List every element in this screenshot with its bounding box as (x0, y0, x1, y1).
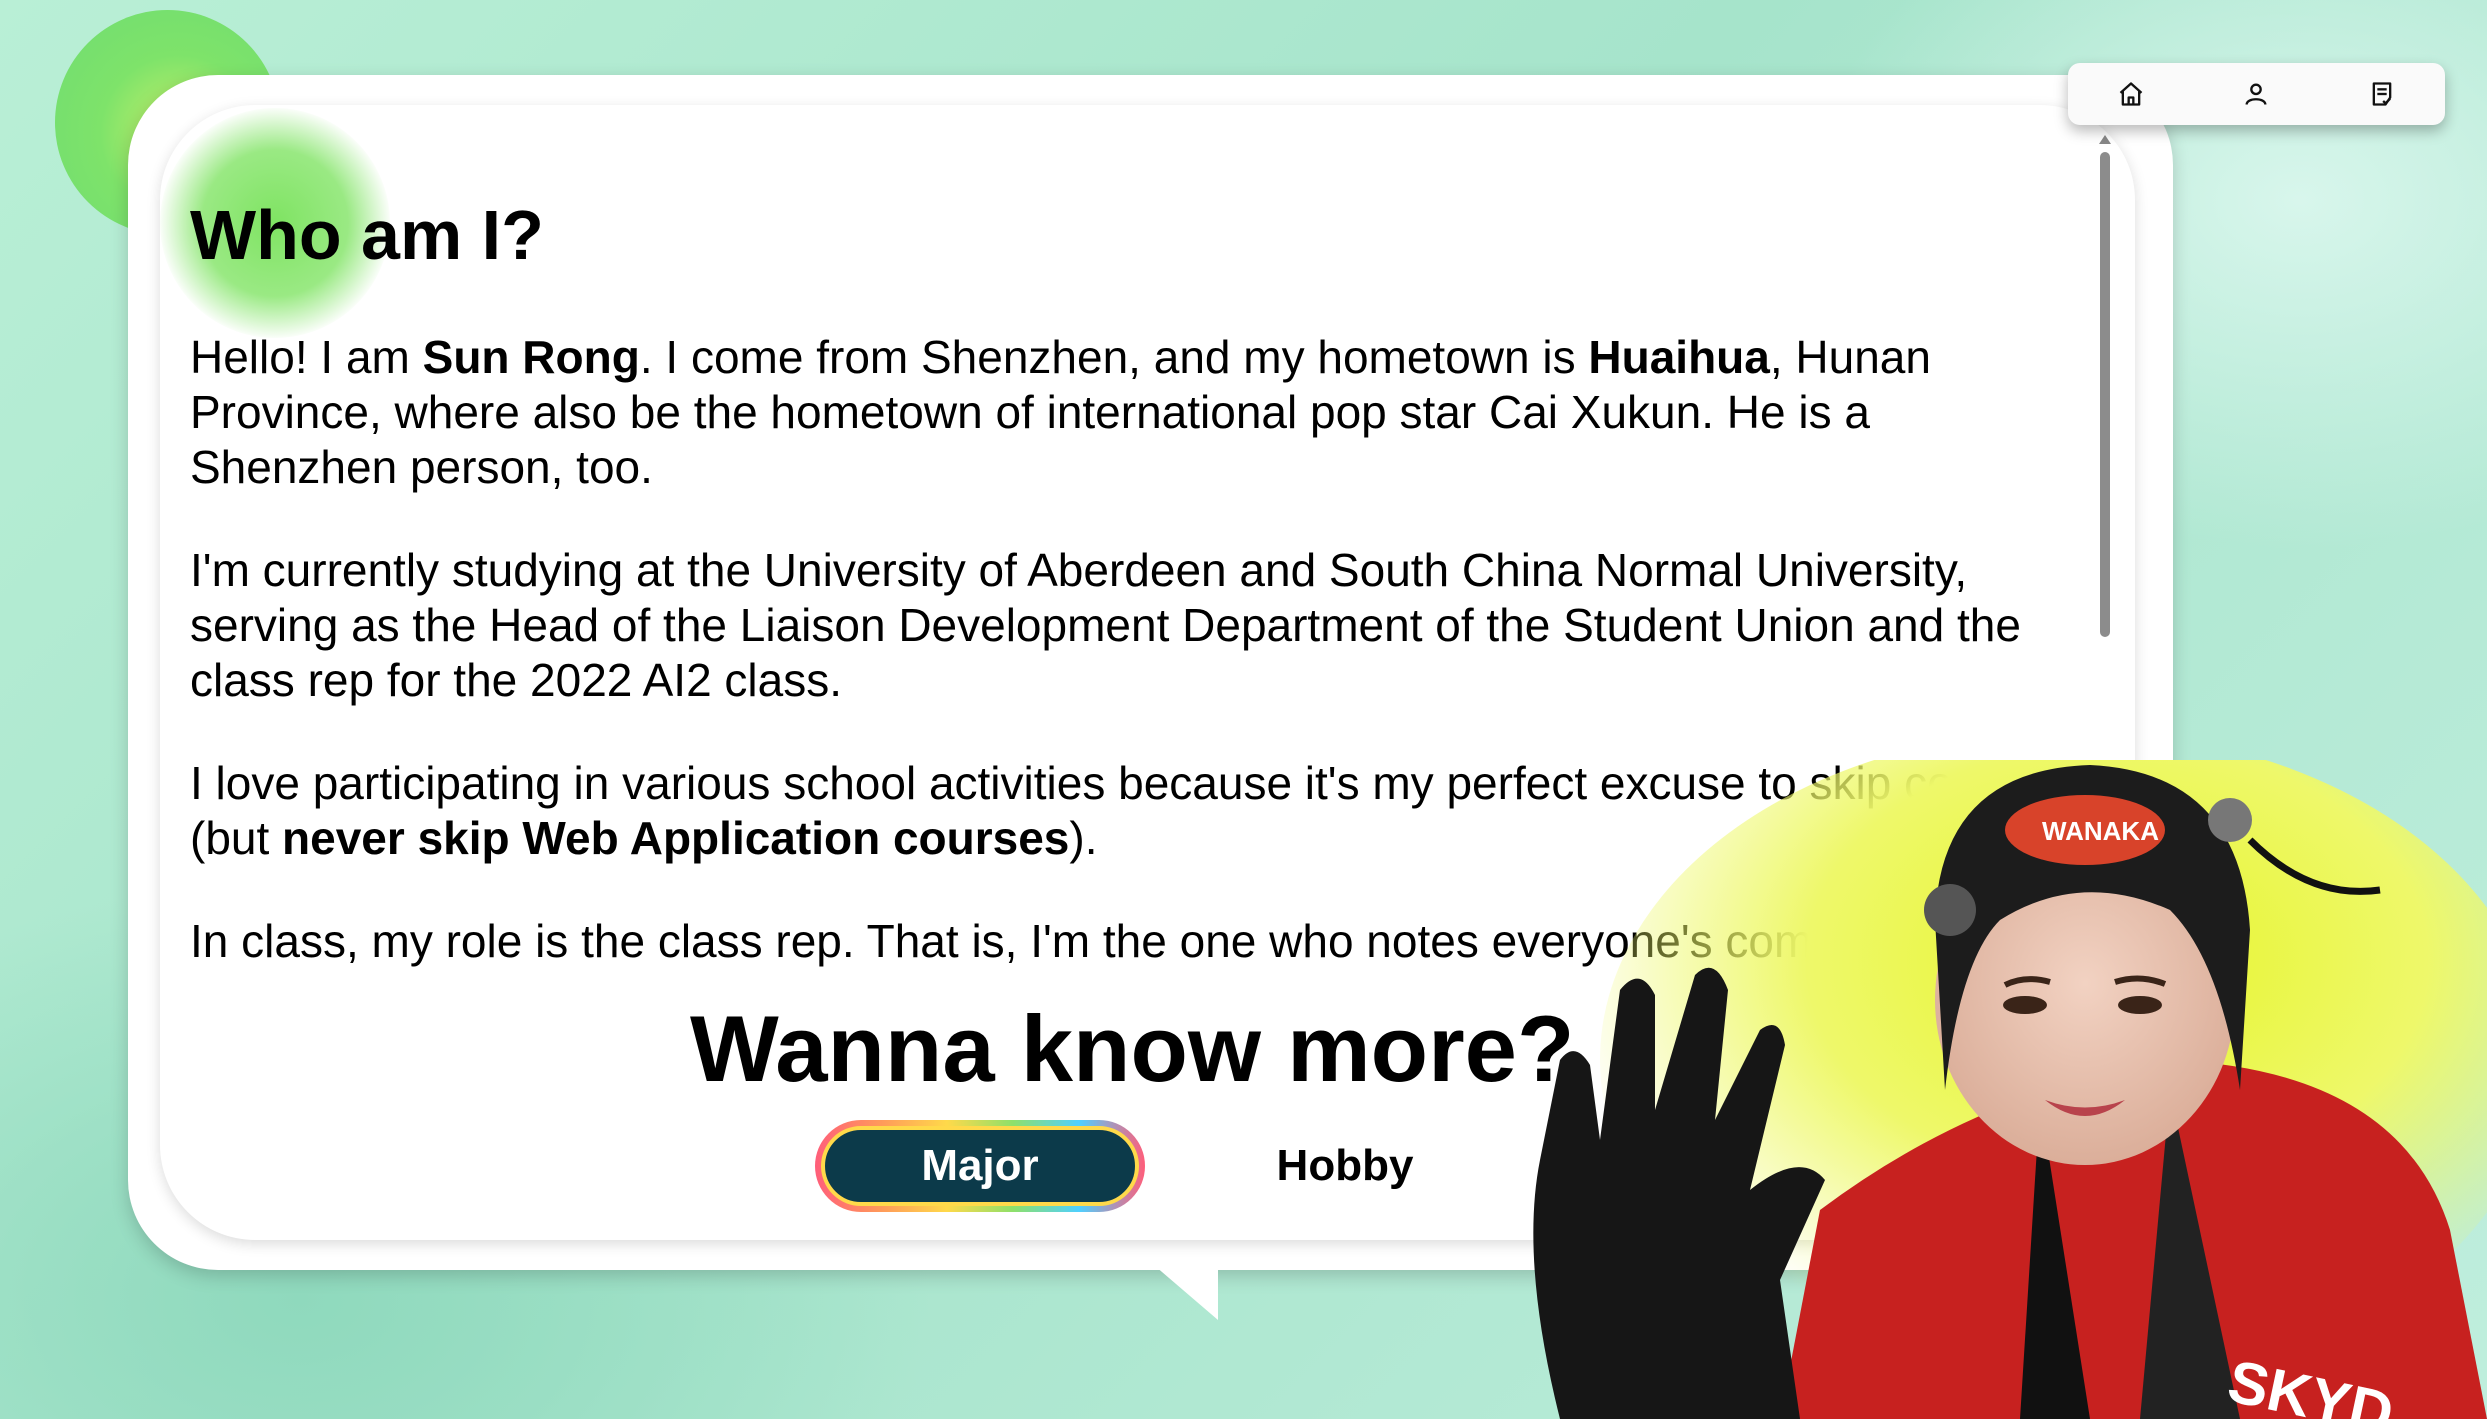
activities-bold: never skip Web Application courses (282, 812, 1070, 864)
speech-bubble-tail (1148, 1260, 1218, 1320)
top-nav (2068, 63, 2445, 125)
major-button[interactable]: Major (815, 1120, 1145, 1212)
intro-text: Hello! I am (190, 331, 423, 383)
notes-icon[interactable] (2362, 74, 2402, 114)
scrollbar[interactable] (2098, 135, 2112, 645)
name-bold: Sun Rong (422, 331, 640, 383)
intro-paragraph: Hello! I am Sun Rong. I come from Shenzh… (190, 330, 2070, 495)
major-button-label: Major (921, 1141, 1039, 1190)
intro-text: . I come from Shenzhen, and my hometown … (639, 331, 1589, 383)
activities-text: ). (1069, 812, 1098, 864)
study-paragraph: I'm currently studying at the University… (190, 544, 2021, 706)
home-icon[interactable] (2111, 74, 2151, 114)
hometown-bold: Huaihua (1588, 331, 1770, 383)
helmet-text: WANAKA (2042, 816, 2159, 846)
more-title: Wanna know more? (690, 996, 1575, 1101)
scrollbar-thumb[interactable] (2100, 152, 2110, 637)
hobby-button[interactable]: Hobby (1240, 1130, 1450, 1202)
scroll-up-arrow[interactable] (2099, 135, 2111, 144)
user-icon[interactable] (2236, 74, 2276, 114)
page-title: Who am I? (190, 196, 544, 274)
portrait-photo: SKYD WANAKA (1533, 760, 2487, 1419)
major-button-inner: Major (821, 1126, 1139, 1206)
